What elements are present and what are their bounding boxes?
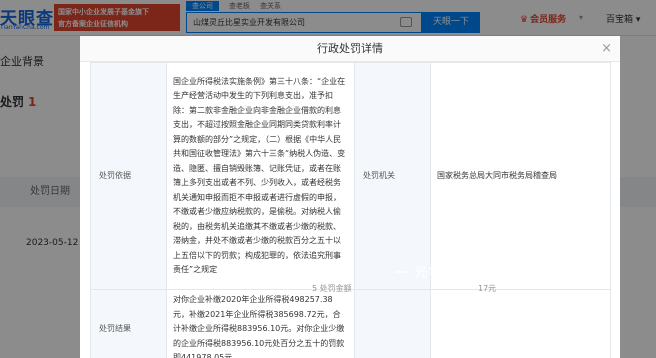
penalty-detail-modal: 行政处罚详情 × 处罚依据 国企业所得税法实施条例》第三十八条：“企业在生产经营… [80, 36, 620, 358]
modal-title: 行政处罚详情 [80, 36, 620, 62]
value-basis: 国企业所得税法实施条例》第三十八条：“企业在生产经营活动中发生的下列利息支出，准… [166, 62, 355, 290]
table-row: 处罚依据 国企业所得税法实施条例》第三十八条：“企业在生产经营活动中发生的下列利… [90, 62, 611, 290]
value-authority: 国家税务总局大同市税务局稽查局 [430, 62, 611, 290]
value-result: 对你企业补缴2020年企业所得税498257.38元，补缴2021年企业所得税3… [166, 289, 355, 358]
detail-table: 处罚依据 国企业所得税法实施条例》第三十八条：“企业在生产经营活动中发生的下列利… [90, 62, 611, 358]
watermark: 一 光宇航 [395, 266, 457, 281]
value-amount [430, 289, 611, 358]
label-amount [354, 289, 431, 358]
label-result: 处罚结果 [90, 289, 167, 358]
watermark-text-right: 17元 [478, 284, 497, 293]
watermark-text-left: 5 处罚金额 [312, 284, 352, 293]
label-basis: 处罚依据 [90, 62, 167, 290]
label-authority: 处罚机关 [354, 62, 431, 290]
table-row: 处罚结果 对你企业补缴2020年企业所得税498257.38元，补缴2021年企… [90, 289, 611, 358]
close-icon[interactable]: × [601, 41, 612, 56]
